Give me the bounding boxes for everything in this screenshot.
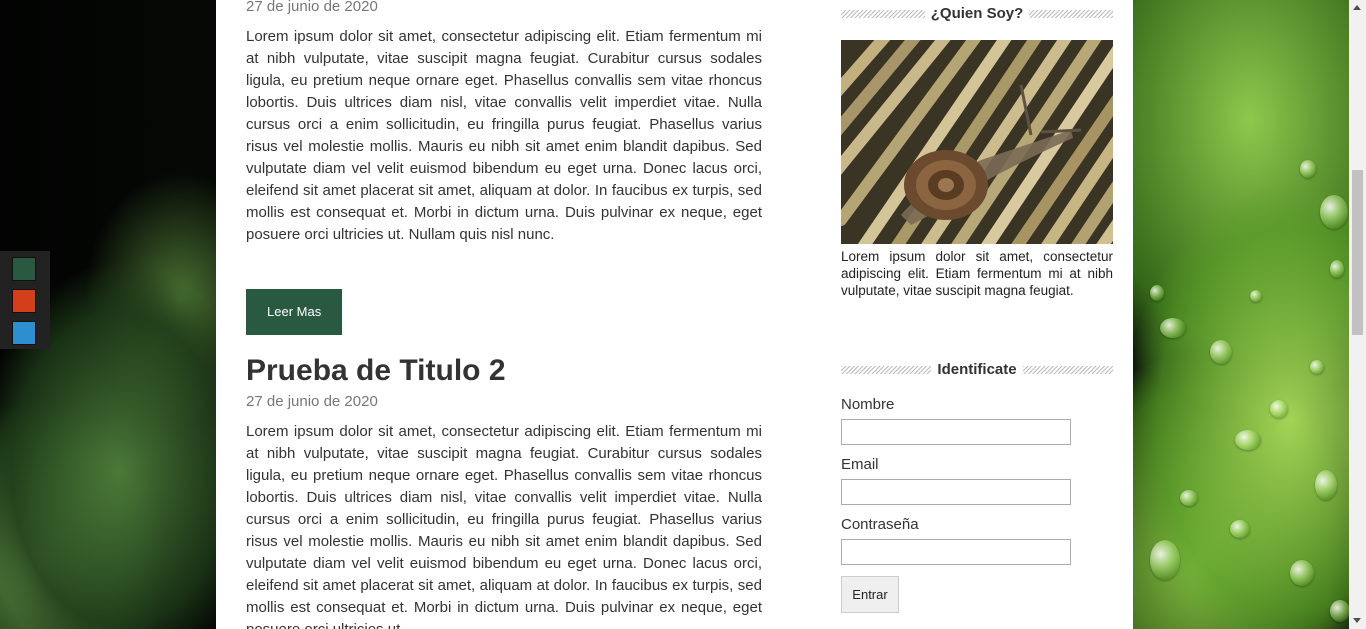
about-text: Lorem ipsum dolor sit amet, consectetur … [841, 249, 1113, 298]
scroll-thumb[interactable] [1352, 170, 1363, 335]
heading-decoration [841, 365, 932, 374]
login-widget-heading: Identificate [841, 361, 1113, 378]
theme-swatch-blue[interactable] [12, 321, 36, 345]
theme-color-switcher [0, 251, 50, 349]
snail-image [841, 40, 1113, 244]
post-date: 27 de junio de 2020 [246, 393, 378, 410]
login-heading-text: Identificate [937, 361, 1017, 378]
heading-decoration [1022, 365, 1113, 374]
post-title[interactable]: Prueba de Titulo 2 [246, 354, 506, 388]
heading-decoration [841, 9, 925, 18]
post-body: Lorem ipsum dolor sit amet, consectetur … [246, 28, 762, 243]
email-label: Email [841, 456, 879, 473]
password-label: Contraseña [841, 516, 919, 533]
about-heading-text: ¿Quien Soy? [930, 5, 1024, 22]
theme-swatch-red[interactable] [12, 289, 36, 313]
name-input[interactable] [841, 419, 1071, 445]
read-more-button[interactable]: Leer Mas [246, 289, 343, 335]
name-label: Nombre [841, 396, 895, 413]
post-date: 27 de junio de 2020 [246, 0, 378, 15]
post-body: Lorem ipsum dolor sit amet, consectetur … [246, 423, 762, 629]
login-submit-button[interactable]: Entrar [841, 576, 899, 613]
main-container: 27 de junio de 2020 Lorem ipsum dolor si… [216, 0, 1133, 629]
theme-swatch-green[interactable] [12, 257, 36, 281]
heading-decoration [1029, 9, 1114, 18]
scroll-down-icon[interactable] [1353, 618, 1361, 623]
email-input[interactable] [841, 479, 1071, 505]
scroll-up-icon[interactable] [1353, 5, 1361, 10]
page-scrollbar[interactable] [1349, 0, 1366, 629]
password-input[interactable] [841, 539, 1071, 565]
about-widget-heading: ¿Quien Soy? [841, 5, 1114, 22]
